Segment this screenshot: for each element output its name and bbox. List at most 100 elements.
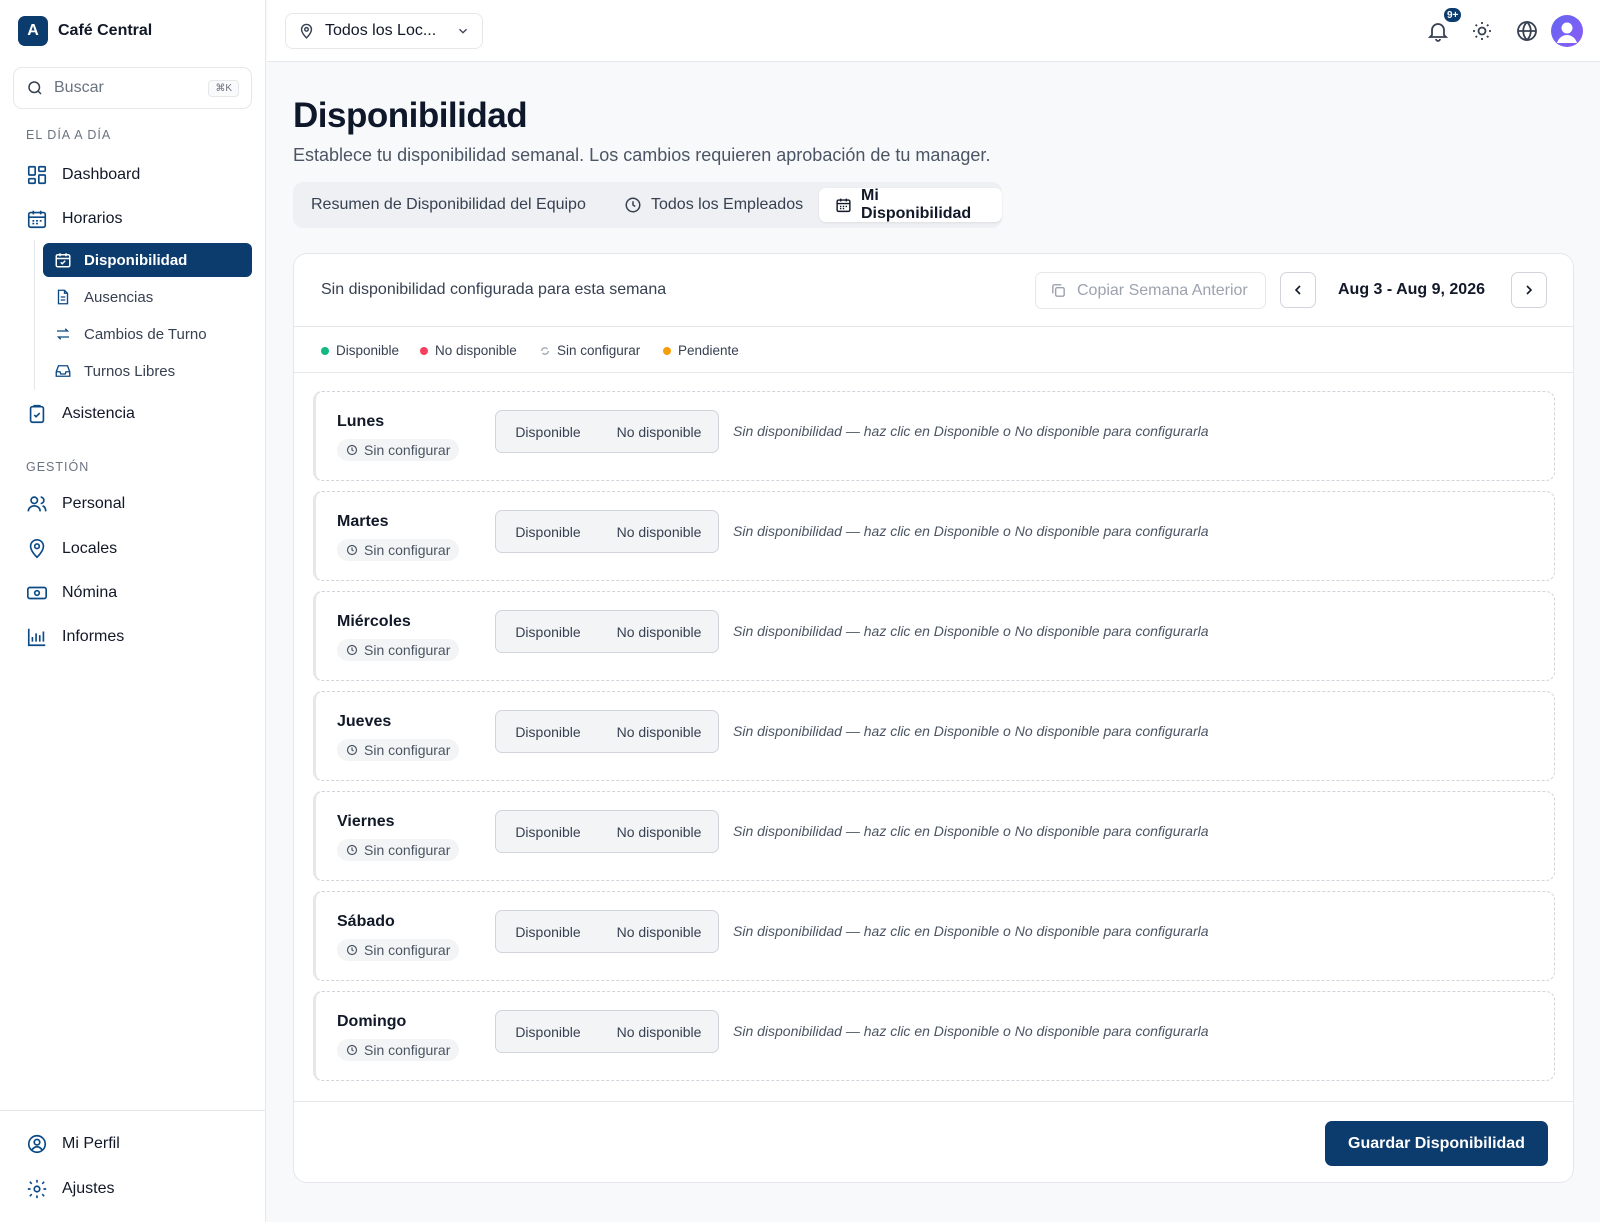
sidebar-item-disponibilidad[interactable]: Disponibilidad xyxy=(43,243,252,277)
unavailable-option-button[interactable]: No disponible xyxy=(600,411,718,452)
clock-icon xyxy=(346,744,358,756)
week-date-range: Aug 3 - Aug 9, 2026 xyxy=(1338,281,1485,298)
status-badge: Sin configurar xyxy=(337,939,460,961)
clipboard-check-icon xyxy=(29,404,45,424)
day-name: Jueves xyxy=(337,713,392,730)
page-subtitle: Establece tu disponibilidad semanal. Los… xyxy=(293,145,991,165)
unavailable-option-button[interactable]: No disponible xyxy=(600,1011,718,1052)
day-hint: Sin disponibilidad — haz clic en Disponi… xyxy=(733,1023,1209,1039)
sidebar-item-mi-perfil[interactable]: Mi Perfil xyxy=(14,1124,252,1164)
tab-all-employees[interactable]: Todos los Empleados xyxy=(608,188,819,222)
copy-previous-week-button[interactable]: Copiar Semana Anterior xyxy=(1035,272,1266,309)
day-hint: Sin disponibilidad — haz clic en Disponi… xyxy=(733,723,1209,739)
unavailable-option-button[interactable]: No disponible xyxy=(600,811,718,852)
status-badge-label: Sin configurar xyxy=(364,842,451,858)
search-icon xyxy=(28,81,42,95)
card-footer-divider xyxy=(294,1101,1573,1102)
document-icon xyxy=(57,289,69,305)
map-pin-icon xyxy=(300,23,313,39)
status-badge: Sin configurar xyxy=(337,839,460,861)
sun-icon[interactable] xyxy=(1470,19,1494,43)
sidebar-item-horarios[interactable]: Horarios xyxy=(14,199,252,239)
availability-card: Sin disponibilidad configurada para esta… xyxy=(293,253,1574,1183)
map-pin-icon xyxy=(29,539,45,559)
sidebar-item-label: Nómina xyxy=(62,584,118,601)
card-status-text: Sin disponibilidad configurada para esta… xyxy=(321,281,667,298)
sidebar-item-dashboard[interactable]: Dashboard xyxy=(14,155,252,195)
topbar: Todos los Loc... xyxy=(267,0,1600,62)
sidebar-item-ausencias[interactable]: Ausencias xyxy=(43,280,252,314)
available-option-button[interactable]: Disponible xyxy=(496,511,600,552)
tab-my-availability[interactable]: Mi Disponibilidad xyxy=(819,187,1002,222)
unavailable-option-button[interactable]: No disponible xyxy=(600,611,718,652)
sidebar-item-label: Ausencias xyxy=(84,288,154,306)
save-availability-button[interactable]: Guardar Disponibilidad xyxy=(1325,1121,1548,1166)
sidebar-item-locales[interactable]: Locales xyxy=(14,529,252,569)
sidebar-item-label: Horarios xyxy=(62,210,123,227)
legend-label: Pendiente xyxy=(678,343,739,358)
chevron-right-icon xyxy=(1526,285,1533,295)
sidebar-item-cambios-turno[interactable]: Cambios de Turno xyxy=(43,317,252,351)
available-option-button[interactable]: Disponible xyxy=(496,811,600,852)
day-row-lunes: Lunes Sin configurar Disponible No dispo… xyxy=(313,391,1555,481)
chevron-down-icon xyxy=(459,28,467,34)
sidebar-item-informes[interactable]: Informes xyxy=(14,617,252,657)
legend-unset: Sin configurar xyxy=(540,343,640,358)
status-badge-label: Sin configurar xyxy=(364,1042,451,1058)
next-week-button[interactable] xyxy=(1511,272,1547,308)
availability-toggle: Disponible No disponible xyxy=(495,910,719,953)
tab-team-summary[interactable]: Resumen de Disponibilidad del Equipo xyxy=(295,188,602,222)
user-avatar[interactable] xyxy=(1551,15,1583,47)
day-name: Sábado xyxy=(337,913,395,930)
prev-week-button[interactable] xyxy=(1280,272,1316,308)
sidebar-item-turnos-libres[interactable]: Turnos Libres xyxy=(43,354,252,388)
brand[interactable]: A Café Central xyxy=(18,16,152,46)
day-row-sabado: Sábado Sin configurar Disponible No disp… xyxy=(313,891,1555,981)
day-hint: Sin disponibilidad — haz clic en Disponi… xyxy=(733,423,1209,439)
tab-label: Todos los Empleados xyxy=(651,196,804,213)
unavailable-option-button[interactable]: No disponible xyxy=(600,511,718,552)
sidebar-item-ajustes[interactable]: Ajustes xyxy=(14,1169,252,1209)
banknote-icon xyxy=(27,586,47,600)
status-badge: Sin configurar xyxy=(337,439,460,461)
user-circle-icon xyxy=(27,1134,47,1154)
day-name: Lunes xyxy=(337,413,385,430)
clock-icon xyxy=(625,197,641,213)
day-row-viernes: Viernes Sin configurar Disponible No dis… xyxy=(313,791,1555,881)
sidebar-item-nomina[interactable]: Nómina xyxy=(14,573,252,613)
clock-icon xyxy=(346,444,358,456)
legend-dot-pending xyxy=(663,346,671,355)
unavailable-option-button[interactable]: No disponible xyxy=(600,711,718,752)
legend-label: No disponible xyxy=(435,343,517,358)
card-header: Sin disponibilidad configurada para esta… xyxy=(294,254,1573,327)
location-select[interactable]: Todos los Loc... xyxy=(285,13,483,49)
legend-label: Sin configurar xyxy=(557,343,641,358)
day-hint: Sin disponibilidad — haz clic en Disponi… xyxy=(733,923,1209,939)
available-option-button[interactable]: Disponible xyxy=(496,411,600,452)
notification-badge: 9+ xyxy=(1442,6,1464,24)
day-row-jueves: Jueves Sin configurar Disponible No disp… xyxy=(313,691,1555,781)
status-badge-label: Sin configurar xyxy=(364,442,451,458)
globe-icon[interactable] xyxy=(1515,19,1539,43)
unavailable-option-button[interactable]: No disponible xyxy=(600,911,718,952)
available-option-button[interactable]: Disponible xyxy=(496,711,600,752)
brand-name: Café Central xyxy=(58,22,153,39)
legend-available: Disponible xyxy=(321,343,399,358)
sidebar-item-asistencia[interactable]: Asistencia xyxy=(14,394,252,434)
status-badge-label: Sin configurar xyxy=(364,742,451,758)
submenu-rail xyxy=(34,240,35,390)
available-option-button[interactable]: Disponible xyxy=(496,1011,600,1052)
status-badge-label: Sin configurar xyxy=(364,542,451,558)
day-name: Viernes xyxy=(337,813,395,830)
search-shortcut: ⌘K xyxy=(208,79,239,97)
status-badge: Sin configurar xyxy=(337,739,460,761)
clock-icon xyxy=(346,544,358,556)
search-placeholder: Buscar xyxy=(54,79,104,96)
search-input[interactable]: Buscar ⌘K xyxy=(13,67,252,109)
legend-dot-available xyxy=(321,346,329,355)
user-icon xyxy=(1557,22,1577,43)
available-option-button[interactable]: Disponible xyxy=(496,611,600,652)
sidebar-item-personal[interactable]: Personal xyxy=(14,484,252,524)
users-icon xyxy=(27,496,47,512)
available-option-button[interactable]: Disponible xyxy=(496,911,600,952)
